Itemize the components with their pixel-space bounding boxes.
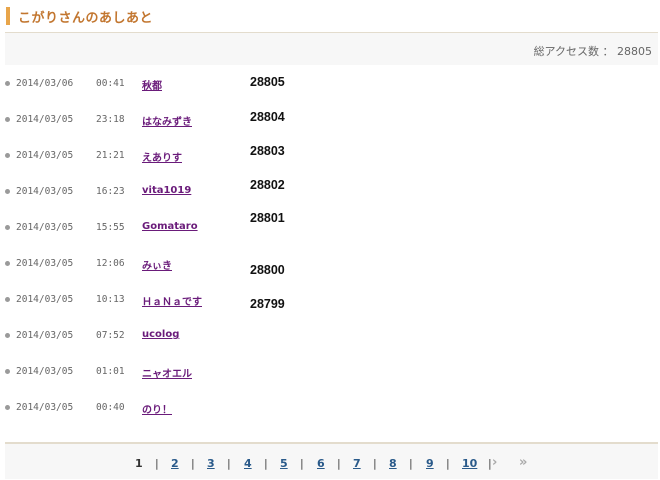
visit-date: 2014/03/05 <box>16 366 74 377</box>
visitor-link[interactable]: ニャオエル <box>142 365 192 380</box>
visitor-link[interactable]: のり！ <box>142 401 172 416</box>
visit-time: 15:55 <box>96 222 125 233</box>
list-item: 2014/03/05 07:52 ucolog <box>0 318 660 354</box>
visit-date: 2014/03/05 <box>16 330 74 341</box>
visit-date: 2014/03/06 <box>16 78 74 89</box>
page-link-6[interactable]: 6 <box>317 457 325 470</box>
list-item: 2014/03/05 01:01 ニャオエル <box>0 354 660 390</box>
page-separator: | <box>191 457 195 470</box>
page-link-8[interactable]: 8 <box>389 457 397 470</box>
total-access-count: 総アクセス数 ： 28805 <box>533 45 652 58</box>
bullet-icon <box>5 117 10 122</box>
visitor-link[interactable]: ＨａＮａです <box>142 293 202 308</box>
access-number: 28801 <box>250 211 285 225</box>
page-link-5[interactable]: 5 <box>280 457 288 470</box>
bullet-icon <box>5 369 10 374</box>
visitor-link[interactable]: ucolog <box>142 329 179 340</box>
page-separator: | <box>155 457 159 470</box>
list-item: 2014/03/05 23:18 はなみずき <box>0 102 660 138</box>
visit-time: 00:40 <box>96 402 125 413</box>
visit-date: 2014/03/05 <box>16 222 74 233</box>
visit-time: 23:18 <box>96 114 125 125</box>
visit-time: 00:41 <box>96 78 125 89</box>
visit-date: 2014/03/05 <box>16 294 74 305</box>
access-number: 28799 <box>250 297 285 311</box>
visitor-link[interactable]: 秋都 <box>142 77 162 92</box>
bullet-icon <box>5 153 10 158</box>
page-separator: | <box>300 457 304 470</box>
page-current: 1 <box>135 457 143 470</box>
visit-time: 12:06 <box>96 258 125 269</box>
visitor-link[interactable]: みぃき <box>142 257 172 272</box>
page-separator: | <box>264 457 268 470</box>
pagination-bar: 1 | 2 | 3 | 4 | 5 | 6 | 7 | 8 | 9 | 10 |… <box>5 442 658 479</box>
page-separator: | <box>373 457 377 470</box>
visit-date: 2014/03/05 <box>16 402 74 413</box>
list-item: 2014/03/05 00:40 のり！ <box>0 390 660 426</box>
bullet-icon <box>5 261 10 266</box>
access-number: 28804 <box>250 110 285 124</box>
visit-time: 10:13 <box>96 294 125 305</box>
list-item: 2014/03/05 10:13 ＨａＮａです <box>0 282 660 318</box>
list-item: 2014/03/05 16:23 vita1019 <box>0 174 660 210</box>
page-link-4[interactable]: 4 <box>244 457 252 470</box>
page-separator: | <box>227 457 231 470</box>
visit-time: 16:23 <box>96 186 125 197</box>
visitor-link[interactable]: vita1019 <box>142 185 191 196</box>
access-number: 28800 <box>250 263 285 277</box>
page-separator: | <box>337 457 341 470</box>
bullet-icon <box>5 225 10 230</box>
page-link-3[interactable]: 3 <box>207 457 215 470</box>
visitor-link[interactable]: えありす <box>142 149 182 164</box>
title-accent-bar <box>6 7 10 25</box>
visit-date: 2014/03/05 <box>16 150 74 161</box>
list-item: 2014/03/05 15:55 Gomataro <box>0 210 660 246</box>
bullet-icon <box>5 189 10 194</box>
access-number: 28805 <box>250 75 285 89</box>
visit-date: 2014/03/05 <box>16 258 74 269</box>
bullet-icon <box>5 81 10 86</box>
next-page-icon[interactable]: › <box>492 455 497 470</box>
visitor-link[interactable]: Gomataro <box>142 221 198 232</box>
last-page-icon[interactable]: » <box>519 455 527 470</box>
list-item: 2014/03/06 00:41 秋都 <box>0 66 660 102</box>
visit-time: 07:52 <box>96 330 125 341</box>
access-count-bar: 総アクセス数 ： 28805 <box>5 32 658 65</box>
visit-date: 2014/03/05 <box>16 186 74 197</box>
page-link-2[interactable]: 2 <box>171 457 179 470</box>
visit-time: 01:01 <box>96 366 125 377</box>
bullet-icon <box>5 405 10 410</box>
bullet-icon <box>5 333 10 338</box>
list-item: 2014/03/05 21:21 えありす <box>0 138 660 174</box>
page-header: こがりさんのあしあと <box>6 6 656 26</box>
list-item: 2014/03/05 12:06 みぃき <box>0 246 660 282</box>
visit-time: 21:21 <box>96 150 125 161</box>
page-separator: | <box>446 457 450 470</box>
page-link-7[interactable]: 7 <box>353 457 361 470</box>
access-number: 28803 <box>250 144 285 158</box>
page-link-10[interactable]: 10 <box>462 457 477 470</box>
page-title: こがりさんのあしあと <box>18 10 154 26</box>
access-number: 28802 <box>250 178 285 192</box>
page-separator: | <box>409 457 413 470</box>
visit-date: 2014/03/05 <box>16 114 74 125</box>
visitor-link[interactable]: はなみずき <box>142 113 192 128</box>
page-link-9[interactable]: 9 <box>426 457 434 470</box>
bullet-icon <box>5 297 10 302</box>
